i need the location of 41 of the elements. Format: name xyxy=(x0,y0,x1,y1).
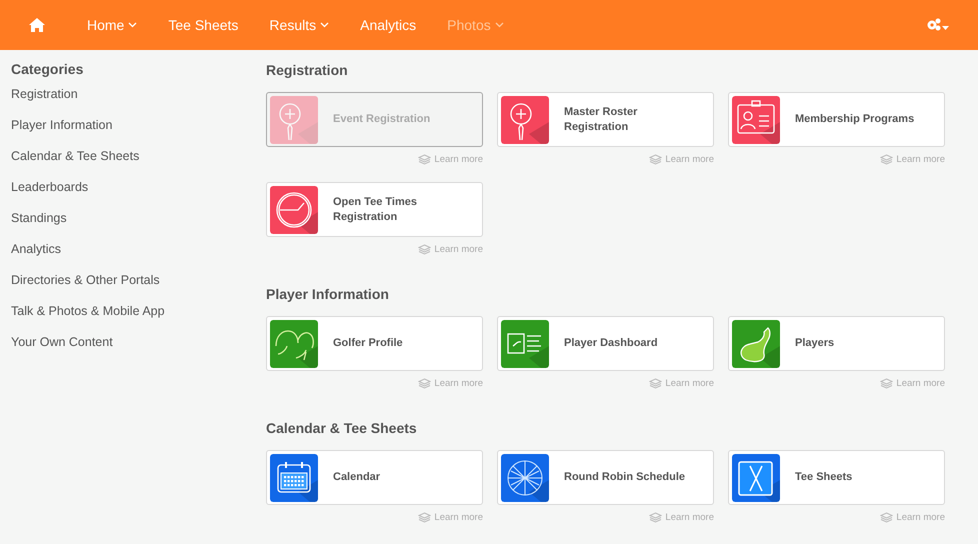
sidebar-item[interactable]: Player Information xyxy=(11,117,266,148)
clock-icon xyxy=(270,186,318,234)
layers-icon xyxy=(418,244,432,254)
globe-network-icon xyxy=(501,454,549,502)
layers-icon xyxy=(418,154,432,164)
sidebar-item[interactable]: Directories & Other Portals xyxy=(11,272,266,303)
feature-card[interactable]: Round Robin Schedule xyxy=(497,450,714,505)
sidebar-item[interactable]: Leaderboards xyxy=(11,179,266,210)
sidebar-item[interactable]: Talk & Photos & Mobile App xyxy=(11,303,266,334)
settings-icon[interactable] xyxy=(926,17,950,33)
sidebar-item[interactable]: Registration xyxy=(11,86,266,117)
layers-icon xyxy=(418,512,432,522)
section-title: Player Information xyxy=(266,286,390,302)
layers-icon xyxy=(880,512,894,522)
feature-card[interactable]: Calendar xyxy=(266,450,483,505)
sidebar-item[interactable]: Analytics xyxy=(11,241,266,272)
home-icon[interactable] xyxy=(28,17,46,33)
layers-icon xyxy=(418,378,432,388)
feature-card[interactable]: Open Tee Times Registration xyxy=(266,182,483,237)
feature-card[interactable]: Golfer Profile xyxy=(266,316,483,371)
calendar-icon xyxy=(270,454,318,502)
sidebar-title: Categories xyxy=(11,61,84,77)
feature-card[interactable]: Player Dashboard xyxy=(497,316,714,371)
section-title: Calendar & Tee Sheets xyxy=(266,420,418,436)
layers-icon xyxy=(649,154,662,164)
sidebar-item[interactable]: Standings xyxy=(11,210,266,241)
feature-card[interactable]: Membership Programs xyxy=(728,92,945,147)
sidebar-item[interactable]: Calendar & Tee Sheets xyxy=(11,148,266,179)
layers-icon xyxy=(880,378,894,388)
dashboard-icon xyxy=(501,320,549,368)
feature-card[interactable]: Master Roster Registration xyxy=(497,92,714,147)
layers-icon xyxy=(649,378,662,388)
sidebar-item[interactable]: Your Own Content xyxy=(11,334,266,365)
tee-ball-icon xyxy=(270,96,318,144)
crossed-tees-icon xyxy=(732,454,780,502)
layers-icon xyxy=(880,154,894,164)
feature-card[interactable]: Players xyxy=(728,316,945,371)
layers-icon xyxy=(649,512,662,522)
section-title: Registration xyxy=(266,62,349,78)
feature-card[interactable]: Tee Sheets xyxy=(728,450,945,505)
id-badge-icon xyxy=(732,96,780,144)
